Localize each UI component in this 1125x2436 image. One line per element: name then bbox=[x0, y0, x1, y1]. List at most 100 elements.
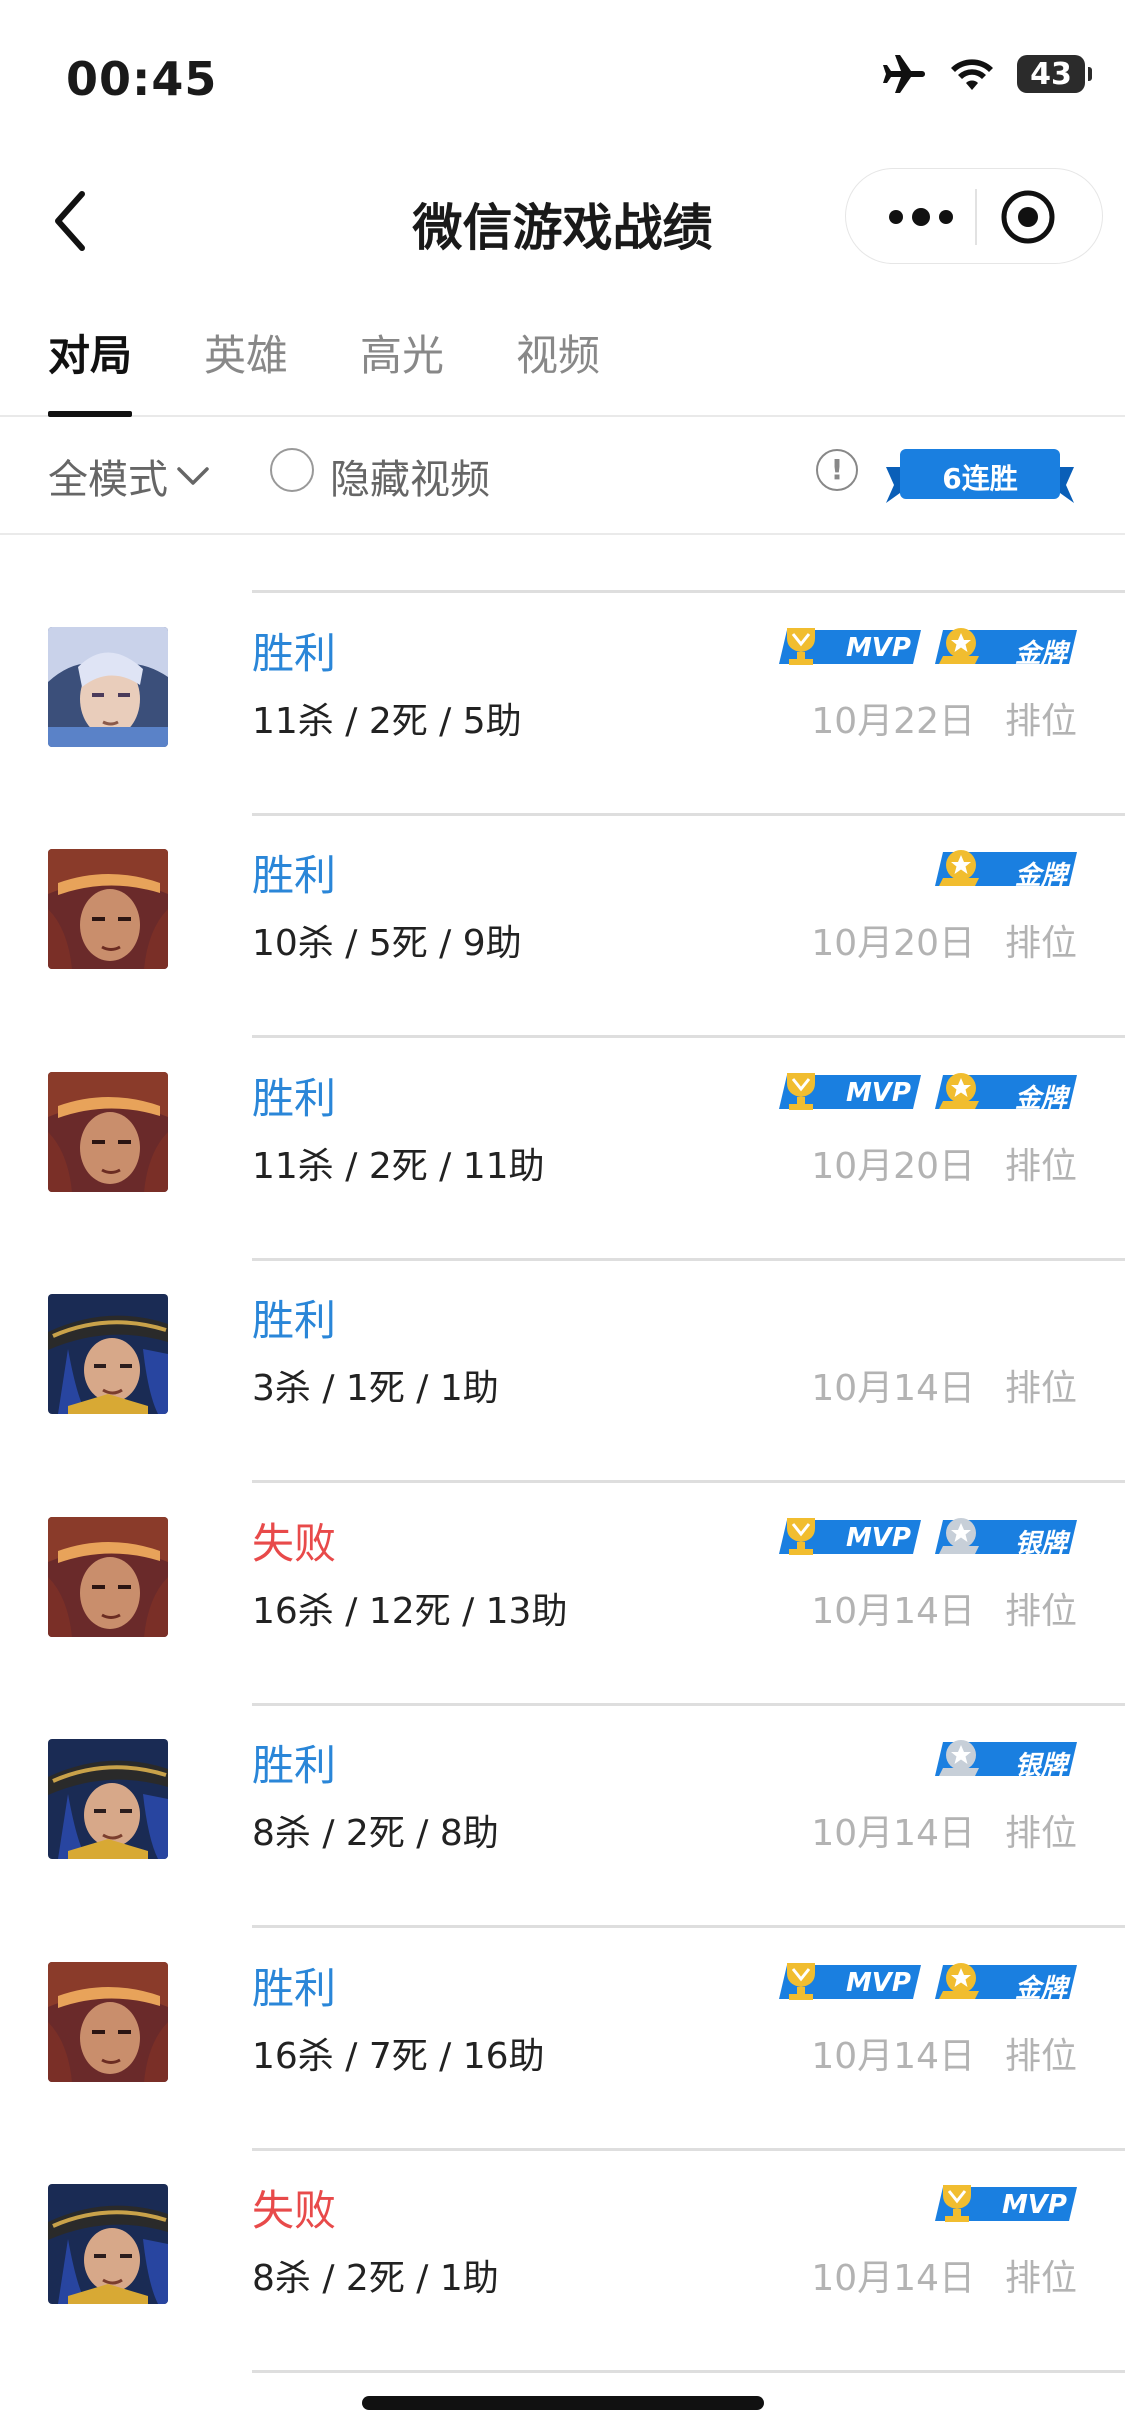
mvp-badge: MVP bbox=[779, 626, 921, 668]
match-mode: 排位 bbox=[1004, 1590, 1077, 1632]
match-row[interactable]: 胜利12杀 / 3死 / 11助MVP金牌10月22日排位 bbox=[0, 533, 1125, 593]
medal-badge-label: 金牌 bbox=[1014, 1083, 1067, 1114]
tab-bar: 对局 英雄 高光 视频 bbox=[0, 300, 1125, 417]
status-bar: 00:45 43 bbox=[0, 0, 1125, 150]
match-mode: 排位 bbox=[1004, 2035, 1077, 2077]
match-result: 失败 bbox=[252, 2186, 337, 2235]
match-mode: 排位 bbox=[1004, 700, 1077, 742]
match-badges: MVP 金牌 bbox=[779, 1071, 1077, 1114]
match-kda: 16杀 / 7死 / 16助 bbox=[252, 2035, 545, 2077]
match-kda: 10杀 / 5死 / 9助 bbox=[252, 923, 522, 964]
match-row[interactable]: 胜利 10杀 / 5死 / 9助 金牌 10月20日 排位 bbox=[0, 816, 1125, 1038]
hero-avatar bbox=[48, 1739, 168, 1859]
match-row[interactable]: 胜利 8杀 / 2死 / 8助 银牌 10月14日 排位 bbox=[0, 1706, 1125, 1928]
mvp-badge-label: MVP bbox=[845, 1967, 911, 1998]
mvp-badge: MVP bbox=[779, 1071, 921, 1113]
medal-badge-label: 银牌 bbox=[1014, 1751, 1067, 1781]
match-meta: 10月14日 排位 bbox=[811, 1582, 1077, 1634]
match-kda: 11杀 / 2死 / 5助 bbox=[252, 700, 522, 742]
row-divider bbox=[252, 2370, 1125, 2373]
tab-highlights[interactable]: 高光 bbox=[360, 322, 444, 383]
mvp-badge-label: MVP bbox=[845, 632, 911, 663]
match-kda: 11杀 / 2死 / 11助 bbox=[252, 1145, 545, 1187]
match-mode: 排位 bbox=[1004, 1813, 1077, 1854]
match-meta: 10月14日 排位 bbox=[811, 2249, 1077, 2301]
match-row[interactable]: 胜利 3杀 / 1死 / 1助 10月14日 排位 bbox=[0, 1261, 1125, 1483]
match-date: 10月22日 bbox=[811, 700, 975, 742]
gold-medal-badge: 金牌 bbox=[935, 848, 1077, 891]
mvp-badge-label: MVP bbox=[845, 1522, 911, 1553]
match-result: 胜利 bbox=[252, 1296, 337, 1345]
match-row[interactable]: 失败 8杀 / 2死 / 1助 MVP 10月14日 排位 bbox=[0, 2151, 1125, 2373]
match-row[interactable]: 胜利 11杀 / 2死 / 11助 MVP 金牌 10月20日 排位 bbox=[0, 1039, 1125, 1261]
match-badges: MVP 金牌 bbox=[779, 626, 1077, 669]
match-row[interactable]: 胜利 16杀 / 7死 / 16助 MVP 金牌 10月14日 排位 bbox=[0, 1929, 1125, 2151]
match-date: 10月14日 bbox=[811, 2035, 975, 2077]
match-result: 胜利 bbox=[252, 1963, 337, 2013]
mode-dropdown[interactable]: 全模式 bbox=[48, 447, 212, 505]
match-kda: 8杀 / 2死 / 8助 bbox=[252, 1813, 499, 1854]
match-result: 胜利 bbox=[252, 1073, 337, 1123]
mvp-badge: MVP bbox=[779, 1961, 921, 2003]
airplane-icon bbox=[883, 55, 925, 93]
hero-avatar bbox=[48, 1961, 168, 2082]
hero-avatar bbox=[48, 2184, 168, 2304]
hide-video-radio[interactable] bbox=[270, 448, 314, 492]
match-mode: 排位 bbox=[1004, 2258, 1077, 2299]
match-badges: 银牌 bbox=[935, 1738, 1077, 1781]
mode-label: 全模式 bbox=[48, 457, 168, 503]
hide-video-label[interactable]: 隐藏视频 bbox=[330, 447, 490, 505]
match-kda: 8杀 / 2死 / 1助 bbox=[252, 2258, 499, 2299]
match-meta: 10月14日 排位 bbox=[811, 2027, 1077, 2079]
match-date: 10月20日 bbox=[811, 923, 975, 964]
silver-medal-badge: 银牌 bbox=[935, 1516, 1077, 1559]
match-badges: MVP bbox=[935, 2183, 1077, 2225]
hero-avatar bbox=[48, 1071, 168, 1192]
match-mode: 排位 bbox=[1004, 923, 1077, 964]
match-date: 10月14日 bbox=[811, 1590, 975, 1632]
medal-badge-label: 金牌 bbox=[1014, 1973, 1067, 2004]
home-indicator bbox=[362, 2396, 764, 2410]
mvp-badge-label: MVP bbox=[1001, 2190, 1067, 2220]
battery-icon: 43 bbox=[1017, 55, 1092, 93]
tab-videos[interactable]: 视频 bbox=[516, 322, 600, 383]
medal-badge-label: 金牌 bbox=[1014, 861, 1067, 891]
match-list[interactable]: 胜利12杀 / 3死 / 11助MVP金牌10月22日排位胜利 11杀 / 2死 … bbox=[0, 533, 1125, 2436]
filter-bar: 全模式 隐藏视频 ! 6连胜 bbox=[0, 415, 1125, 535]
match-row[interactable]: 胜利 11杀 / 2死 / 5助 MVP 金牌 10月22日 排位 bbox=[0, 594, 1125, 816]
match-date: 10月14日 bbox=[811, 2258, 975, 2299]
match-badges: MVP 金牌 bbox=[779, 1961, 1077, 2004]
match-result: 失败 bbox=[252, 1518, 337, 1568]
info-icon[interactable]: ! bbox=[816, 449, 858, 491]
silver-medal-badge: 银牌 bbox=[935, 1738, 1077, 1781]
match-meta: 10月14日 排位 bbox=[811, 1359, 1077, 1411]
tab-heroes[interactable]: 英雄 bbox=[204, 322, 288, 383]
hero-avatar bbox=[48, 1294, 168, 1414]
match-result: 胜利 bbox=[252, 851, 337, 900]
match-meta: 10月14日 排位 bbox=[811, 1804, 1077, 1856]
chevron-down-icon bbox=[177, 467, 209, 485]
match-result: 胜利 bbox=[252, 1741, 337, 1790]
match-badges: MVP 银牌 bbox=[779, 1516, 1077, 1559]
gold-medal-badge: 金牌 bbox=[935, 1071, 1077, 1114]
gold-medal-badge: 金牌 bbox=[935, 1961, 1077, 2004]
more-icon[interactable] bbox=[878, 193, 964, 241]
hero-avatar bbox=[48, 626, 168, 747]
win-streak-badge: 6连胜 bbox=[886, 445, 1074, 509]
match-meta: 10月20日 排位 bbox=[811, 1137, 1077, 1189]
gold-medal-badge: 金牌 bbox=[935, 626, 1077, 669]
close-mini-program-icon[interactable] bbox=[996, 185, 1060, 249]
status-time: 00:45 bbox=[66, 52, 218, 106]
match-row[interactable]: 失败 16杀 / 12死 / 13助 MVP 银牌 10月14日 排位 bbox=[0, 1484, 1125, 1706]
mini-program-capsule bbox=[845, 168, 1103, 264]
match-result: 胜利 bbox=[252, 628, 337, 678]
match-mode: 排位 bbox=[1004, 1368, 1077, 1409]
capsule-divider bbox=[975, 189, 977, 245]
mvp-badge: MVP bbox=[935, 2183, 1077, 2225]
mvp-badge: MVP bbox=[779, 1516, 921, 1558]
match-meta: 10月20日 排位 bbox=[811, 914, 1077, 966]
match-kda: 3杀 / 1死 / 1助 bbox=[252, 1368, 499, 1409]
medal-badge-label: 银牌 bbox=[1014, 1528, 1067, 1559]
tab-matches[interactable]: 对局 bbox=[48, 322, 132, 383]
mvp-badge-label: MVP bbox=[845, 1077, 911, 1108]
